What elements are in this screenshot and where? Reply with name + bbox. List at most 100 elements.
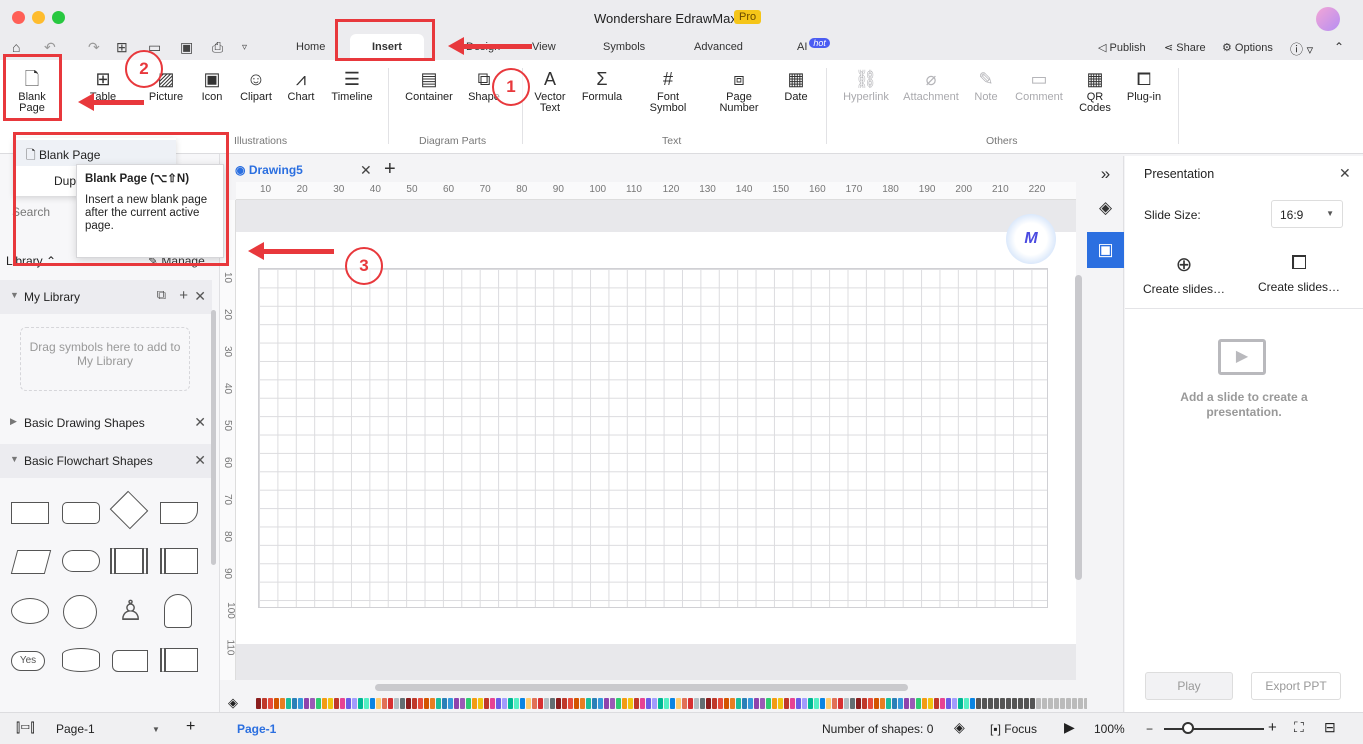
color-swatch[interactable] <box>526 698 531 709</box>
color-swatch[interactable] <box>898 698 903 709</box>
color-swatch[interactable] <box>760 698 765 709</box>
color-swatch[interactable] <box>754 698 759 709</box>
color-swatch[interactable] <box>658 698 663 709</box>
color-swatch[interactable] <box>328 698 333 709</box>
color-swatch[interactable] <box>262 698 267 709</box>
color-swatch[interactable] <box>868 698 873 709</box>
color-swatch[interactable] <box>1030 698 1035 709</box>
tab-symbols[interactable]: Symbols <box>603 41 645 53</box>
color-swatch[interactable] <box>1006 698 1011 709</box>
create-slides-auto-button[interactable]: ⊕ Create slides… <box>1134 252 1234 296</box>
color-swatch[interactable] <box>340 698 345 709</box>
color-swatch[interactable] <box>1078 698 1083 709</box>
new-tab-icon[interactable]: + <box>384 158 396 181</box>
color-swatch[interactable] <box>1024 698 1029 709</box>
color-swatch[interactable] <box>424 698 429 709</box>
color-swatch[interactable] <box>766 698 771 709</box>
color-swatch[interactable] <box>940 698 945 709</box>
color-swatch[interactable] <box>316 698 321 709</box>
color-swatch[interactable] <box>796 698 801 709</box>
fullscreen-icon[interactable]: ⊟ <box>1324 719 1336 736</box>
zoom-in-icon[interactable]: + <box>1268 719 1277 736</box>
color-swatch[interactable] <box>574 698 579 709</box>
color-swatch[interactable] <box>1048 698 1053 709</box>
terminator-shape[interactable] <box>62 550 100 572</box>
color-swatch[interactable] <box>928 698 933 709</box>
new-file-icon[interactable]: ⊞ <box>116 39 128 56</box>
color-swatch[interactable] <box>346 698 351 709</box>
yes-shape[interactable]: Yes <box>11 651 45 671</box>
color-swatch[interactable] <box>1072 698 1077 709</box>
color-swatch[interactable] <box>808 698 813 709</box>
color-swatch[interactable] <box>784 698 789 709</box>
process-shape[interactable] <box>11 502 49 524</box>
color-swatch[interactable] <box>772 698 777 709</box>
color-swatch[interactable] <box>568 698 573 709</box>
color-swatch[interactable] <box>460 698 465 709</box>
color-swatch[interactable] <box>484 698 489 709</box>
attachment-button[interactable]: ⌀ Attachment <box>901 68 961 103</box>
color-swatch[interactable] <box>736 698 741 709</box>
color-swatch[interactable] <box>790 698 795 709</box>
add-page-icon[interactable]: + <box>186 718 195 736</box>
fill-bucket-icon[interactable]: ◈ <box>228 695 238 711</box>
color-swatch[interactable] <box>886 698 891 709</box>
color-swatch[interactable] <box>850 698 855 709</box>
color-swatch[interactable] <box>382 698 387 709</box>
expand-panel-icon[interactable]: » <box>1087 156 1124 192</box>
avatar[interactable] <box>1316 7 1340 31</box>
page-number-button[interactable]: ⧈ Page Number <box>714 68 764 114</box>
color-swatch[interactable] <box>880 698 885 709</box>
color-swatch[interactable] <box>778 698 783 709</box>
color-swatch[interactable] <box>730 698 735 709</box>
create-slides-page-button[interactable]: ⧠ Create slides… <box>1249 252 1349 294</box>
color-swatch[interactable] <box>1060 698 1065 709</box>
color-swatch[interactable] <box>640 698 645 709</box>
container-button[interactable]: ▤ Container <box>403 68 455 103</box>
close-panel-icon[interactable]: ✕ <box>1339 165 1351 182</box>
close-icon[interactable]: ✕ <box>194 452 206 469</box>
color-swatch[interactable] <box>448 698 453 709</box>
fit-page-icon[interactable]: ⛶ <box>1294 719 1304 736</box>
color-swatch[interactable] <box>832 698 837 709</box>
color-swatch[interactable] <box>1054 698 1059 709</box>
color-swatch[interactable] <box>910 698 915 709</box>
horizontal-scrollbar[interactable] <box>375 684 908 691</box>
color-swatch[interactable] <box>922 698 927 709</box>
color-swatch[interactable] <box>544 698 549 709</box>
color-swatch[interactable] <box>712 698 717 709</box>
close-tab-icon[interactable]: ✕ <box>360 162 372 179</box>
color-swatch[interactable] <box>352 698 357 709</box>
color-swatch[interactable] <box>610 698 615 709</box>
color-swatch[interactable] <box>496 698 501 709</box>
close-window-button[interactable] <box>12 11 25 24</box>
formula-button[interactable]: Σ Formula <box>580 68 624 103</box>
home-icon[interactable]: ⌂ <box>12 39 20 55</box>
color-swatch[interactable] <box>592 698 597 709</box>
tab-ai[interactable]: AI hot <box>797 38 830 53</box>
color-swatch[interactable] <box>964 698 969 709</box>
color-swatch[interactable] <box>304 698 309 709</box>
color-swatch[interactable] <box>604 698 609 709</box>
color-swatch[interactable] <box>1012 698 1017 709</box>
collapse-ribbon-icon[interactable]: ⌃ <box>1334 40 1344 54</box>
share-button[interactable]: ⋖ Share <box>1164 41 1206 54</box>
ai-assistant-icon[interactable]: M <box>1006 214 1056 264</box>
page-select[interactable]: Page-1 <box>56 722 95 736</box>
color-swatch[interactable] <box>406 698 411 709</box>
customize-dropdown-icon[interactable]: ▿ <box>242 42 247 53</box>
color-swatch[interactable] <box>334 698 339 709</box>
color-swatch[interactable] <box>652 698 657 709</box>
options-button[interactable]: ⚙ Options <box>1222 41 1273 54</box>
color-swatch[interactable] <box>478 698 483 709</box>
vector-text-button[interactable]: A Vector Text <box>532 68 568 114</box>
color-swatch[interactable] <box>256 698 261 709</box>
color-swatch[interactable] <box>724 698 729 709</box>
color-swatch[interactable] <box>562 698 567 709</box>
color-swatch[interactable] <box>298 698 303 709</box>
circle-shape[interactable] <box>63 595 97 629</box>
color-swatch[interactable] <box>844 698 849 709</box>
color-swatch[interactable] <box>502 698 507 709</box>
canvas-grid[interactable] <box>258 268 1048 608</box>
color-swatch[interactable] <box>442 698 447 709</box>
